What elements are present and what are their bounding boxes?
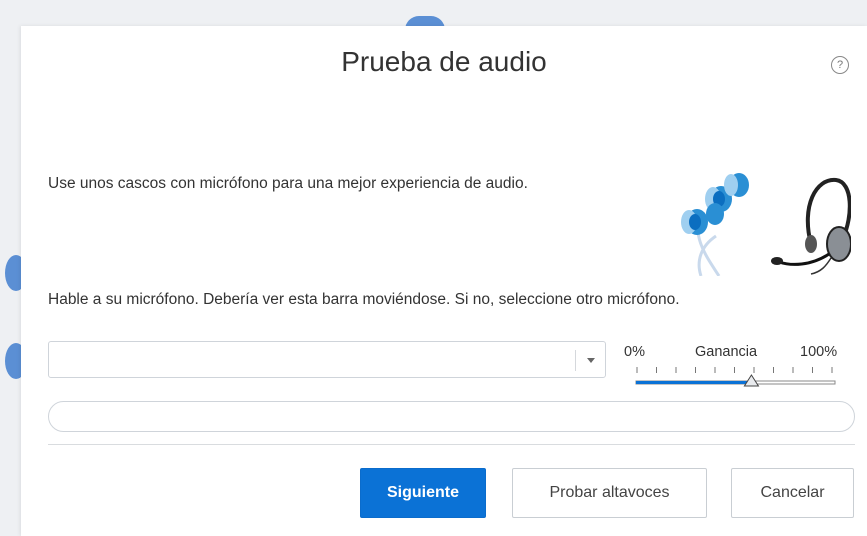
gain-slider-fill [636,381,752,384]
headset-illustration [681,173,851,276]
headset-tip: Use unos cascos con micrófono para una m… [48,175,528,192]
footer-divider [48,444,855,445]
select-divider [575,350,576,371]
microphone-select[interactable] [48,341,606,378]
earphones-icon [681,173,749,276]
gain-ticks [636,367,833,373]
test-speakers-button[interactable]: Probar altavoces [512,468,707,518]
cancel-button[interactable]: Cancelar [731,468,854,518]
headset-icon [771,177,851,275]
help-icon[interactable]: ? [831,56,849,74]
audio-test-dialog: Prueba de audio ? Use unos cascos con mi… [21,26,867,536]
gain-slider[interactable] [635,374,836,387]
chevron-down-icon[interactable] [587,358,595,363]
gain-max-label: 100% [800,344,838,360]
dialog-title: Prueba de audio [341,46,547,77]
next-button[interactable]: Siguiente [360,468,486,518]
mic-instruction: Hable a su micrófono. Debería ver esta b… [48,291,680,308]
gain-min-label: 0% [624,344,645,360]
gain-label: Ganancia [695,344,758,360]
mic-level-bar [48,401,855,432]
